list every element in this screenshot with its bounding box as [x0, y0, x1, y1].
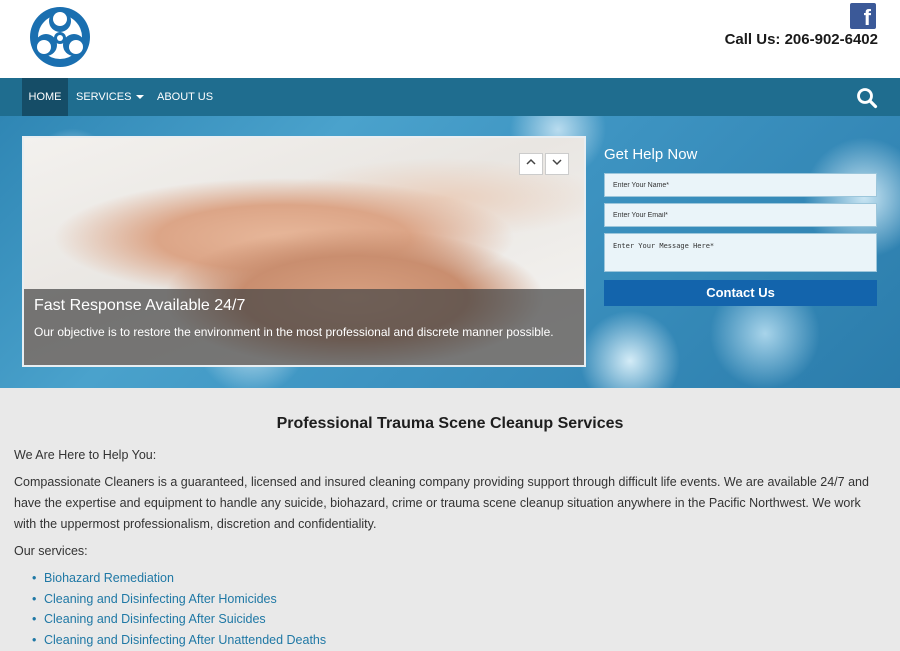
- contact-form: Get Help Now Contact Us: [604, 146, 878, 306]
- hero-section: Fast Response Available 24/7 Our objecti…: [0, 116, 900, 388]
- slider-next-button[interactable]: [545, 153, 569, 175]
- service-link[interactable]: Biohazard Remediation: [44, 568, 886, 589]
- slide-caption: Fast Response Available 24/7 Our objecti…: [24, 289, 584, 365]
- name-field[interactable]: [604, 173, 877, 197]
- site-header: f Call Us: 206-902-6402: [0, 0, 900, 78]
- services-list: Biohazard Remediation Cleaning and Disin…: [44, 568, 886, 650]
- nav-services[interactable]: SERVICES: [76, 78, 145, 116]
- service-link[interactable]: Cleaning and Disinfecting After Unattend…: [44, 630, 886, 651]
- main-nav: HOME SERVICES ABOUT US: [0, 78, 900, 116]
- service-link[interactable]: Cleaning and Disinfecting After Homicide…: [44, 589, 886, 610]
- chevron-up-icon: [526, 158, 536, 165]
- nav-services-label: SERVICES: [76, 91, 132, 103]
- intro-text: We Are Here to Help You:: [14, 448, 157, 462]
- services-label: Our services:: [14, 544, 88, 558]
- form-title: Get Help Now: [604, 146, 698, 163]
- slide-text: Our objective is to restore the environm…: [34, 325, 554, 339]
- slide-title: Fast Response Available 24/7: [34, 297, 246, 314]
- service-link[interactable]: Cleaning and Disinfecting After Suicides: [44, 609, 886, 630]
- search-icon[interactable]: [856, 87, 878, 109]
- email-field[interactable]: [604, 203, 877, 227]
- page-title: Professional Trauma Scene Cleanup Servic…: [276, 415, 624, 432]
- slider-controls: [519, 153, 569, 175]
- nav-about-us[interactable]: ABOUT US: [157, 78, 213, 116]
- main-content: Professional Trauma Scene Cleanup Servic…: [0, 388, 900, 651]
- nav-home[interactable]: HOME: [22, 78, 68, 116]
- contact-us-button[interactable]: Contact Us: [604, 280, 877, 306]
- chevron-down-icon: [136, 95, 145, 100]
- hero-slider[interactable]: Fast Response Available 24/7 Our objecti…: [22, 136, 586, 367]
- biohazard-logo-icon[interactable]: [24, 3, 96, 71]
- about-paragraph: Compassionate Cleaners is a guaranteed, …: [14, 475, 869, 531]
- slider-prev-button[interactable]: [519, 153, 543, 175]
- message-field[interactable]: [604, 233, 877, 272]
- facebook-icon[interactable]: f: [850, 3, 876, 30]
- chevron-down-icon: [552, 159, 562, 166]
- phone-number[interactable]: Call Us: 206-902-6402: [725, 31, 878, 48]
